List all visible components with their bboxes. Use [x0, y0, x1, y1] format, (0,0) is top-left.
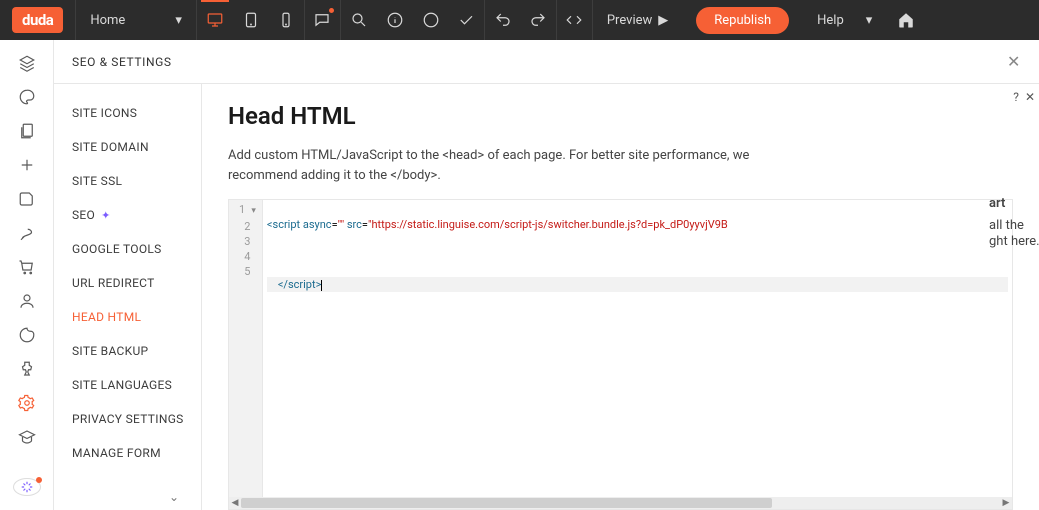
help-chat-icon[interactable] — [413, 0, 449, 40]
page-description: Add custom HTML/JavaScript to the <head>… — [228, 146, 788, 185]
editor-code[interactable]: <script async="" src="https://static.lin… — [263, 200, 1012, 497]
editor-gutter: 1 ▾ 2 3 4 5 — [229, 200, 263, 497]
home-icon[interactable] — [886, 0, 926, 40]
undo-icon[interactable] — [485, 0, 521, 40]
rail-settings-icon[interactable] — [16, 394, 38, 412]
rail-layers-icon[interactable] — [16, 54, 38, 72]
search-icon[interactable] — [341, 0, 377, 40]
rail-membership-icon[interactable] — [16, 292, 38, 310]
nav-manage-form[interactable]: MANAGE FORM — [54, 436, 201, 470]
nav-url-redirect[interactable]: URL REDIRECT — [54, 266, 201, 300]
notification-dot — [329, 8, 334, 13]
checkmark-icon[interactable] — [449, 0, 485, 40]
fold-icon[interactable]: ▾ — [248, 204, 256, 219]
settings-sidenav: SITE ICONS SITE DOMAIN SITE SSL SEO✦ GOO… — [54, 84, 202, 510]
nav-site-ssl[interactable]: SITE SSL — [54, 164, 201, 198]
info-icon[interactable] — [377, 0, 413, 40]
panel-header: SEO & SETTINGS ✕ — [54, 40, 1039, 84]
preview-button[interactable]: Preview ▶ — [593, 0, 682, 40]
logo-duda: duda — [12, 7, 63, 33]
panel-extra-controls: ? ✕ — [1013, 90, 1035, 104]
text-cursor — [321, 280, 322, 291]
nav-site-icons[interactable]: SITE ICONS — [54, 96, 201, 130]
desktop-view-icon[interactable] — [197, 0, 233, 40]
comments-icon[interactable] — [305, 0, 341, 40]
rail-education-icon[interactable] — [16, 428, 38, 446]
page-selector-label: Home — [90, 13, 125, 28]
nav-site-languages[interactable]: SITE LANGUAGES — [54, 368, 201, 402]
ai-sparkle-button[interactable] — [13, 478, 41, 496]
left-icon-rail — [0, 40, 54, 510]
rail-personalize-icon[interactable] — [16, 224, 38, 242]
scroll-left-icon[interactable]: ◀ — [229, 498, 241, 508]
nav-site-domain[interactable]: SITE DOMAIN — [54, 130, 201, 164]
tablet-view-icon[interactable] — [233, 0, 269, 40]
rail-apps-icon[interactable] — [16, 360, 38, 378]
code-editor[interactable]: 1 ▾ 2 3 4 5 <script async="" src="https:… — [228, 199, 1013, 510]
chevron-down-icon: ▾ — [175, 13, 182, 28]
panel-title: SEO & SETTINGS — [72, 55, 172, 69]
mobile-view-icon[interactable] — [269, 0, 305, 40]
scroll-thumb[interactable] — [241, 498, 772, 508]
rail-pages-icon[interactable] — [16, 122, 38, 140]
chevron-down-icon: ▾ — [866, 13, 873, 28]
scroll-down-chevron-icon[interactable]: ⌄ — [169, 490, 179, 504]
nav-head-html[interactable]: HEAD HTML — [54, 300, 201, 334]
panel-body: SITE ICONS SITE DOMAIN SITE SSL SEO✦ GOO… — [54, 84, 1039, 510]
help-menu[interactable]: Help ▾ — [803, 0, 886, 40]
rail-ecommerce-icon[interactable] — [16, 258, 38, 276]
redo-icon[interactable] — [521, 0, 557, 40]
content-area: Head HTML Add custom HTML/JavaScript to … — [202, 84, 1039, 510]
sparkle-icon: ✦ — [101, 209, 111, 222]
top-bar: duda Home ▾ Preview ▶ Republish Help ▾ — [0, 0, 1039, 40]
dev-mode-icon[interactable] — [557, 0, 593, 40]
nav-site-backup[interactable]: SITE BACKUP — [54, 334, 201, 368]
play-icon: ▶ — [658, 13, 668, 28]
close-icon[interactable]: ✕ — [1007, 52, 1021, 71]
nav-privacy-settings[interactable]: PRIVACY SETTINGS — [54, 402, 201, 436]
help-label: Help — [817, 13, 844, 28]
rail-blog-icon[interactable] — [16, 326, 38, 344]
settings-panel: ? ✕ SEO & SETTINGS ✕ SITE ICONS SITE DOM… — [54, 40, 1039, 510]
rail-theme-icon[interactable] — [16, 88, 38, 106]
nav-seo[interactable]: SEO✦ — [54, 198, 201, 232]
help-question-icon[interactable]: ? — [1013, 90, 1019, 104]
main-area: ? ✕ SEO & SETTINGS ✕ SITE ICONS SITE DOM… — [0, 40, 1039, 510]
republish-button[interactable]: Republish — [696, 7, 789, 34]
page-selector[interactable]: Home ▾ — [75, 0, 197, 40]
page-heading: Head HTML — [228, 102, 1013, 130]
rail-add-icon[interactable] — [16, 156, 38, 174]
rail-content-icon[interactable] — [16, 190, 38, 208]
close-x-icon[interactable]: ✕ — [1025, 90, 1035, 104]
scroll-right-icon[interactable]: ▶ — [1000, 498, 1012, 508]
preview-label: Preview — [607, 13, 652, 28]
editor-horizontal-scrollbar[interactable]: ◀ ▶ — [229, 497, 1012, 509]
nav-google-tools[interactable]: GOOGLE TOOLS — [54, 232, 201, 266]
